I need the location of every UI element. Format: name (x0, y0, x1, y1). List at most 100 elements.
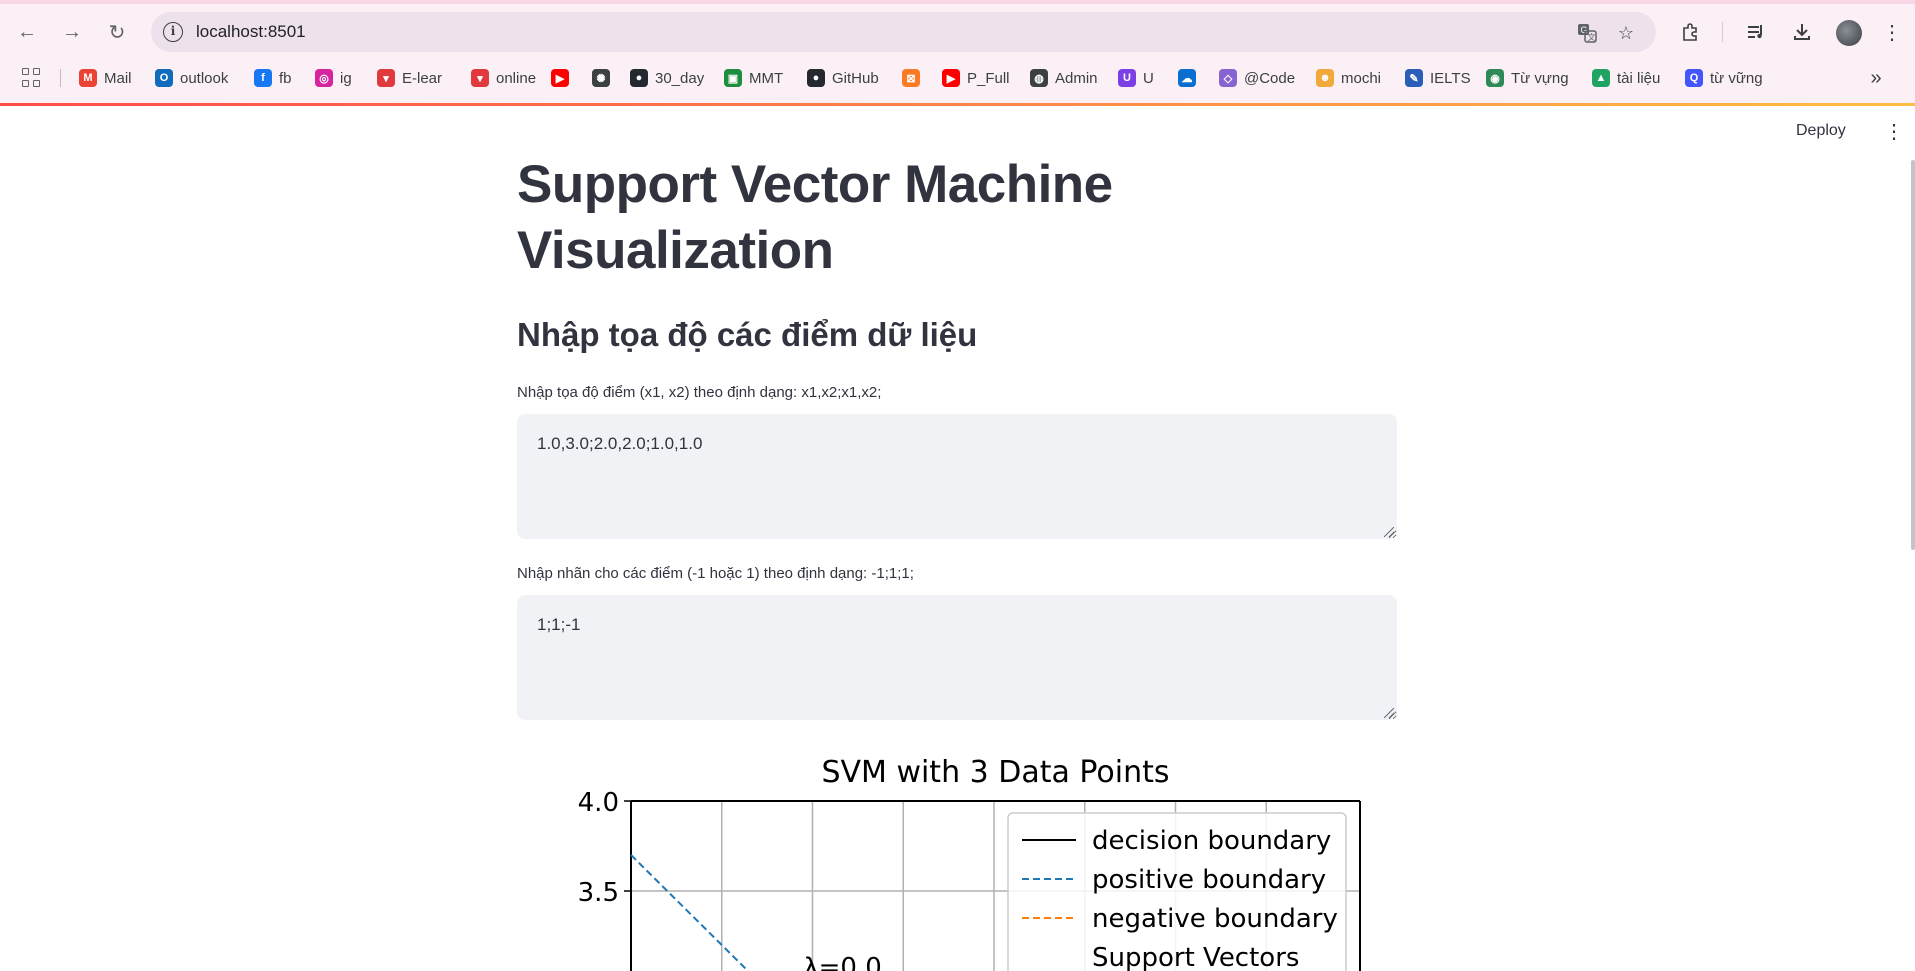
translate-icon[interactable]: G文 (1574, 20, 1600, 46)
legend-label: decision boundary (1092, 826, 1331, 856)
svg-text:G: G (1581, 25, 1588, 35)
gmail-icon: M (79, 69, 97, 87)
u-icon: U (1118, 69, 1136, 87)
browser-chrome: ← → ↻ i localhost:8501 G文 ☆ ⋮ M Mail Ooutl… (0, 0, 1915, 106)
bookmark-item[interactable]: ✎ IELTS (1405, 66, 1471, 90)
bookmark-label: U (1143, 69, 1154, 87)
legend-label: Support Vectors (1092, 943, 1299, 971)
instagram-icon: ◎ (315, 69, 333, 87)
bookmark-label: GitHub (832, 69, 879, 87)
online-icon: ▾ (471, 69, 489, 87)
bookmark-label: mochi (1341, 69, 1382, 87)
bookmark-item[interactable]: ▶ P_Full (942, 66, 1010, 90)
y-tick-label: 4.0 (578, 788, 619, 818)
bookmark-item[interactable]: ◇ @Code (1219, 66, 1295, 90)
bookmark-star-icon[interactable]: ☆ (1613, 20, 1639, 46)
bookmark-item[interactable]: ✺ (592, 66, 610, 90)
bookmark-item[interactable]: ▣ MMT (724, 66, 783, 90)
youtube-icon: ▶ (551, 69, 569, 87)
bookmark-label: P_Full (967, 69, 1010, 87)
browser-menu-icon[interactable]: ⋮ (1876, 16, 1908, 48)
profile-avatar[interactable] (1836, 20, 1862, 46)
bookmark-label: Mail (104, 69, 132, 87)
bookmark-item[interactable]: ● GitHub (807, 66, 879, 90)
tab-strip-edge (0, 0, 1915, 4)
xampp-icon: ⊠ (902, 69, 920, 87)
github-icon: ● (630, 69, 648, 87)
bookmark-item[interactable]: UU (1118, 66, 1154, 90)
bookmark-item[interactable]: ⊠ (902, 66, 920, 90)
page-scrollbar[interactable] (1911, 160, 1915, 550)
github-icon: ● (807, 69, 825, 87)
legend-label: negative boundary (1092, 904, 1338, 934)
youtube-icon: ▶ (942, 69, 960, 87)
elearning-icon: ▾ (377, 69, 395, 87)
points-input-label: Nhập tọa độ điểm (x1, x2) theo định dạng… (517, 384, 882, 401)
bookmark-item[interactable]: ▲ tài liệu (1592, 66, 1660, 90)
svm-chart: SVM with 3 Data Points 4.0 3.5 λ=0.0 decisio… (517, 740, 1397, 971)
media-queue-icon[interactable] (1740, 16, 1772, 48)
onedrive-icon: ☁ (1178, 69, 1196, 87)
bookmark-label: tài liệu (1617, 69, 1661, 87)
labels-input-label: Nhập nhãn cho các điểm (-1 hoặc 1) theo … (517, 565, 914, 582)
site-info-icon[interactable]: i (163, 22, 183, 42)
bookmark-item[interactable]: M Mail (79, 66, 132, 90)
reload-icon[interactable]: ↻ (101, 16, 133, 48)
globe-icon: ◍ (1030, 69, 1048, 87)
lambda-annotation: λ=0.0 (803, 953, 882, 971)
labels-resize-handle[interactable] (1384, 708, 1394, 718)
bookmark-label: 30_day (655, 69, 705, 87)
points-resize-handle[interactable] (1384, 527, 1394, 537)
bookmark-item[interactable]: ☻ mochi (1316, 66, 1381, 90)
app-menu-icon[interactable]: ⋮ (1884, 120, 1904, 144)
facebook-icon: f (254, 69, 272, 87)
openai-icon: ✺ (592, 69, 610, 87)
address-url[interactable]: localhost:8501 (196, 22, 306, 42)
quizlet-icon: Q (1685, 69, 1703, 87)
section-subheader: Nhập tọa độ các điểm dữ liệu (517, 316, 978, 353)
back-arrow-icon[interactable]: ← (11, 16, 43, 48)
classroom-icon: ▣ (724, 69, 742, 87)
address-bar[interactable]: i localhost:8501 G文 ☆ (151, 12, 1656, 52)
bookmark-item[interactable]: ◎ ig (315, 66, 352, 90)
bookmark-item[interactable]: ☁ (1178, 66, 1196, 90)
outlook-icon: O (155, 69, 173, 87)
page-title: Support Vector Machine Visualization (517, 155, 1113, 280)
legend-label: positive boundary (1092, 865, 1326, 895)
bookmark-label: fb (279, 69, 292, 87)
extensions-icon[interactable] (1675, 16, 1707, 48)
bookmark-item[interactable]: ▶ (551, 66, 569, 90)
bookmark-item[interactable]: ▾ online (471, 66, 536, 90)
bookmark-item[interactable]: f fb (254, 66, 292, 90)
bookmarks-separator (60, 69, 61, 87)
series-line (630, 854, 750, 971)
points-textarea[interactable]: 1.0,3.0;2.0,2.0;1.0,1.0 (517, 414, 1397, 539)
toolbar-separator (1722, 22, 1723, 42)
streamlit-decoration-bar (0, 103, 1915, 106)
bookmark-label: Admin (1055, 69, 1098, 87)
ielts-icon: ✎ (1405, 69, 1423, 87)
code-icon: ◇ (1219, 69, 1237, 87)
deploy-button[interactable]: Deploy (1796, 122, 1846, 140)
bookmark-item[interactable]: ◉ Từ vựng (1486, 66, 1569, 90)
bookmark-item[interactable]: ▾ E-lear (377, 66, 442, 90)
bookmark-item[interactable]: Qtừ vững (1685, 66, 1763, 90)
forward-arrow-icon[interactable]: → (56, 16, 88, 48)
bookmark-label: từ vững (1710, 69, 1763, 87)
mochi-icon: ☻ (1316, 69, 1334, 87)
download-icon[interactable] (1786, 16, 1818, 48)
bookmark-label: Từ vựng (1511, 69, 1569, 87)
bookmark-item[interactable]: ◍ Admin (1030, 66, 1098, 90)
earth-icon: ◉ (1486, 69, 1504, 87)
more-bookmarks-icon[interactable]: » (1864, 66, 1888, 90)
drive-icon: ▲ (1592, 69, 1610, 87)
chart-title: SVM with 3 Data Points (821, 755, 1169, 790)
bookmark-label: outlook (180, 69, 229, 87)
apps-grid-icon[interactable] (22, 68, 42, 88)
bookmark-label: @Code (1244, 69, 1296, 87)
bookmark-item[interactable]: ● 30_day (630, 66, 704, 90)
svg-text:文: 文 (1588, 32, 1596, 42)
labels-textarea[interactable]: 1;1;-1 (517, 595, 1397, 720)
bookmark-label: ig (340, 69, 352, 87)
bookmark-item[interactable]: Ooutlook (155, 66, 228, 90)
